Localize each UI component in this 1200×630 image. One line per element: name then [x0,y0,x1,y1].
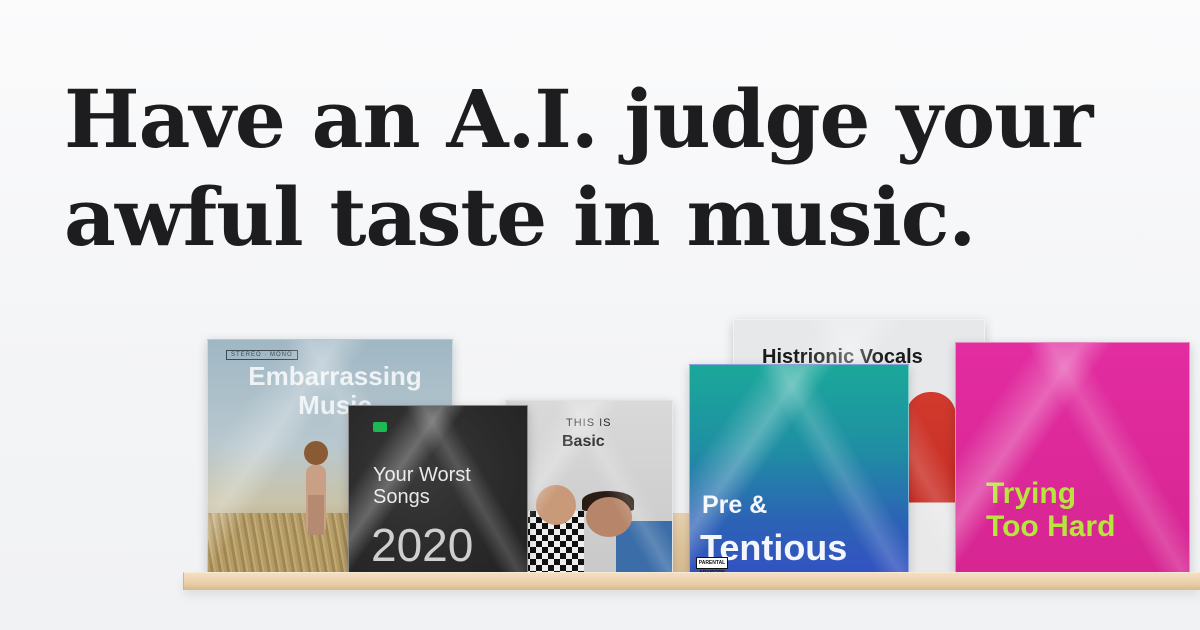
wooden-shelf [183,572,1200,590]
record-title-trying: Trying Too Hard [986,477,1115,543]
record-title-worst-line-2: Songs [373,486,430,508]
record-title-pre: Pre & [702,491,768,519]
record-tag: STEREO · MONO [226,350,298,360]
record-title-basic: Basic [562,433,605,450]
headline: Have an A.I. judge your awful taste in m… [64,70,1144,266]
record-this-is-basic: THIS IS Basic [505,400,673,573]
record-year: 2020 [371,519,474,571]
headline-line-1: Have an A.I. judge your [64,72,1093,166]
record-your-worst-songs: Your Worst Songs 2020 [348,405,528,573]
record-title-worst-line-1: Your Worst [373,464,471,486]
person-face-right [586,497,632,537]
person-face-left [536,485,576,525]
record-title-trying-line-2: Too Hard [986,510,1116,543]
spotify-icon [373,422,387,432]
record-kicker-basic: THIS IS [566,417,612,429]
headline-line-2: awful taste in music. [64,170,976,264]
red-figure-photo [906,392,956,574]
woman-figure-photo [304,441,328,535]
record-title-worst: Your Worst Songs [373,464,471,508]
record-trying-too-hard: Trying Too Hard [955,342,1190,574]
record-pre-tentious: Pre & Tentious PARENTAL ADVISORY [689,364,909,574]
record-title-trying-line-1: Trying [986,477,1077,510]
parental-advisory-label: PARENTAL ADVISORY [696,557,728,573]
